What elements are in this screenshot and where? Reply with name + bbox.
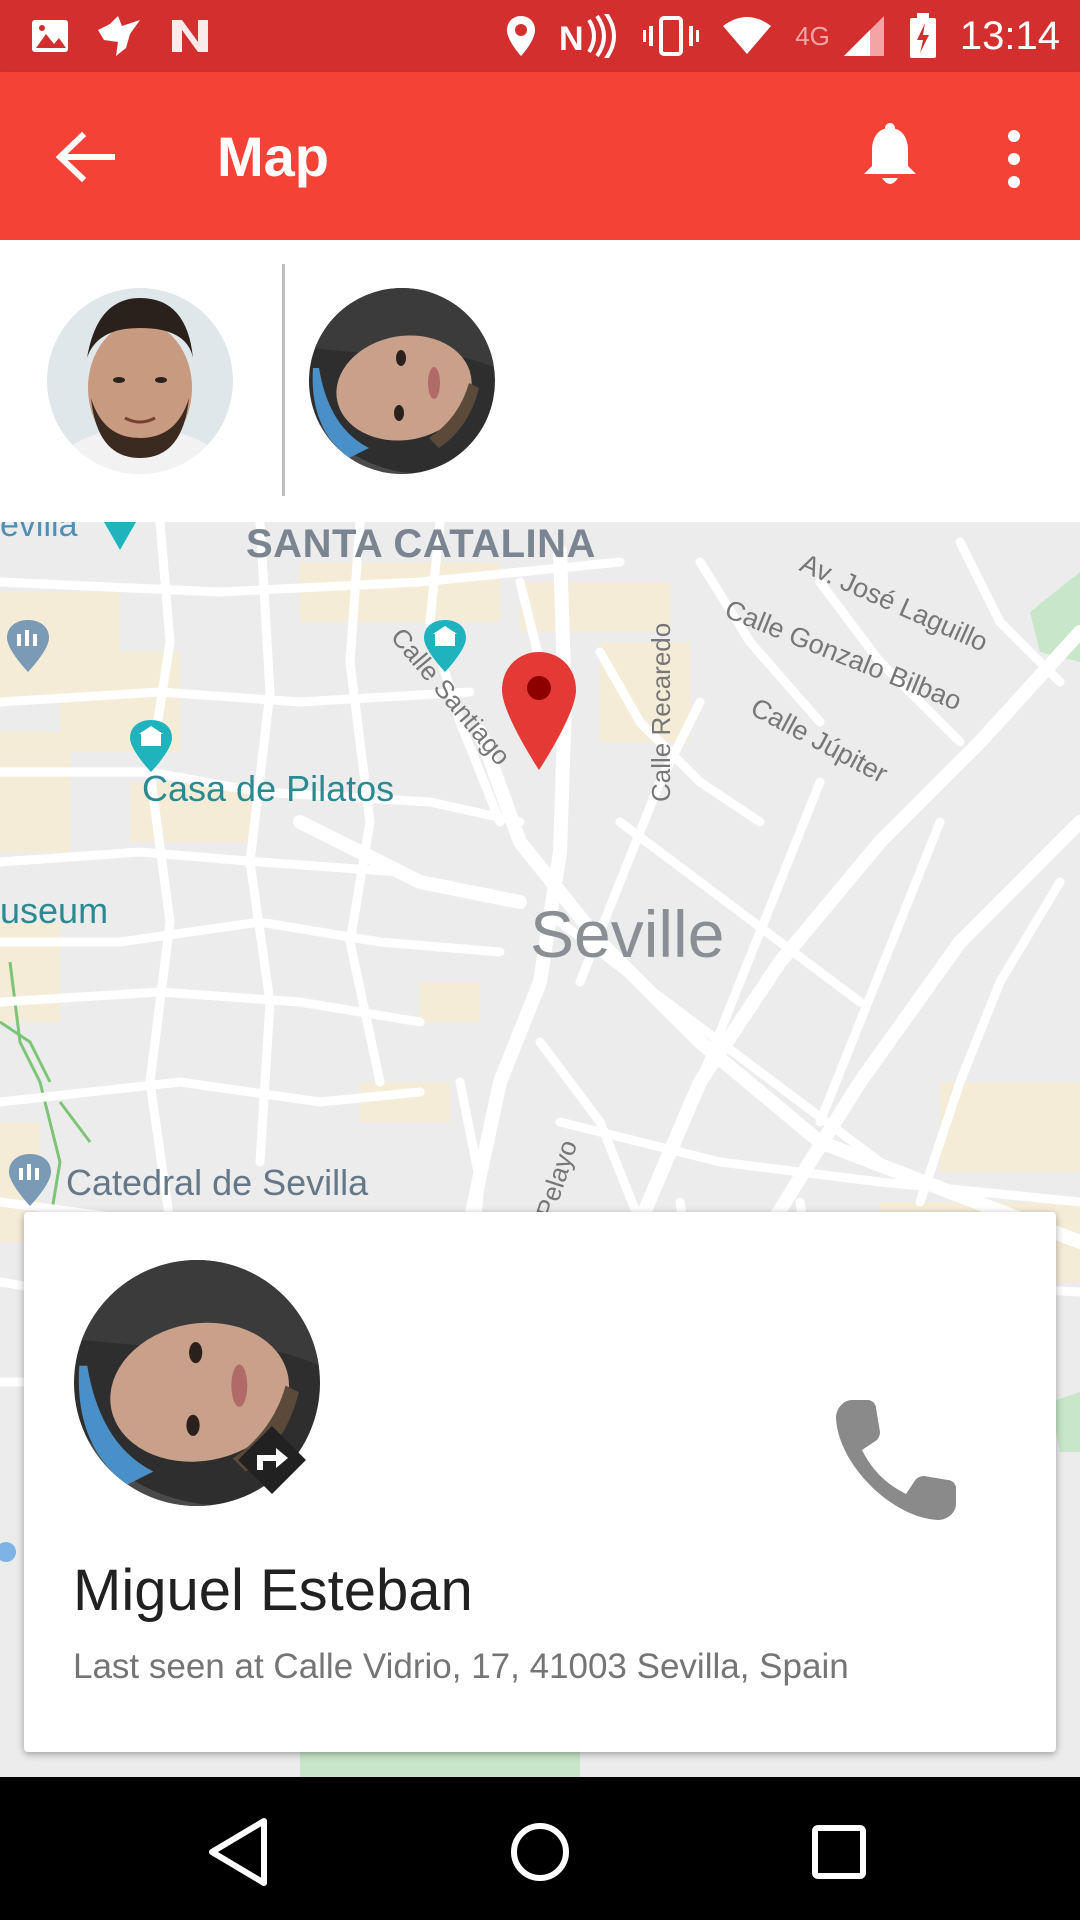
image-icon: [32, 20, 68, 52]
poi-marker-top[interactable]: [100, 522, 140, 554]
contact-last-seen: Last seen at Calle Vidrio, 17, 41003 Sev…: [73, 1647, 849, 1686]
n-app-icon: [172, 20, 208, 52]
bell-icon[interactable]: [858, 122, 922, 192]
status-time: 13:14: [959, 13, 1060, 58]
map-label-casa-pilatos: Casa de Pilatos: [142, 768, 395, 809]
map-label-museum: useum: [0, 890, 109, 931]
contact-card[interactable]: Miguel Esteban Last seen at Calle Vidrio…: [24, 1212, 1056, 1752]
contact-photo-1: [47, 288, 233, 474]
contact-avatar-2[interactable]: [309, 288, 495, 474]
location-pin-icon[interactable]: [500, 650, 578, 772]
svg-text:N: N: [559, 20, 584, 58]
recents-square-icon[interactable]: [794, 1807, 884, 1897]
wifi-icon: [723, 17, 772, 54]
map-label-sevilla-top: evilla: [0, 522, 78, 544]
signal-icon: [843, 16, 884, 56]
museum-icon[interactable]: [128, 718, 174, 774]
network-type-label: 4G: [795, 20, 830, 51]
arrow-back-icon[interactable]: [50, 122, 120, 192]
home-circle-icon[interactable]: [495, 1807, 585, 1897]
map-label-city: Seville: [530, 897, 725, 971]
map-label-catedral: Catedral de Sevilla: [66, 1162, 369, 1203]
contacts-strip: [0, 240, 1080, 522]
nfc-icon: N: [559, 14, 617, 58]
contact-photo-2: [309, 288, 495, 474]
phone-icon[interactable]: [824, 1392, 964, 1532]
status-bar: N 4G 13:14: [0, 0, 1080, 72]
more-vert-icon[interactable]: [990, 124, 1038, 194]
contact-avatar-1[interactable]: [47, 288, 233, 474]
directions-icon[interactable]: [234, 1422, 310, 1498]
location-icon: [507, 16, 536, 56]
vibrate-icon: [643, 16, 700, 56]
status-right-icons: N 4G 13:14: [505, 10, 1060, 62]
page-title: Map: [217, 125, 329, 188]
system-nav-bar: [0, 1777, 1080, 1920]
attraction-icon-left[interactable]: [5, 618, 51, 674]
map-label-santa-catalina: SANTA CATALINA: [246, 522, 596, 566]
status-left-icons: [30, 10, 212, 62]
app-bar: Map: [0, 72, 1080, 240]
bird-app-icon: [98, 16, 140, 56]
contact-name: Miguel Esteban: [73, 1558, 473, 1623]
battery-charging-icon: [909, 13, 936, 58]
catedral-attraction-icon[interactable]: [7, 1152, 53, 1208]
map-label-calle-recaredo: Calle Recaredo: [646, 622, 676, 802]
contacts-divider: [282, 264, 285, 496]
back-triangle-icon[interactable]: [196, 1807, 286, 1897]
